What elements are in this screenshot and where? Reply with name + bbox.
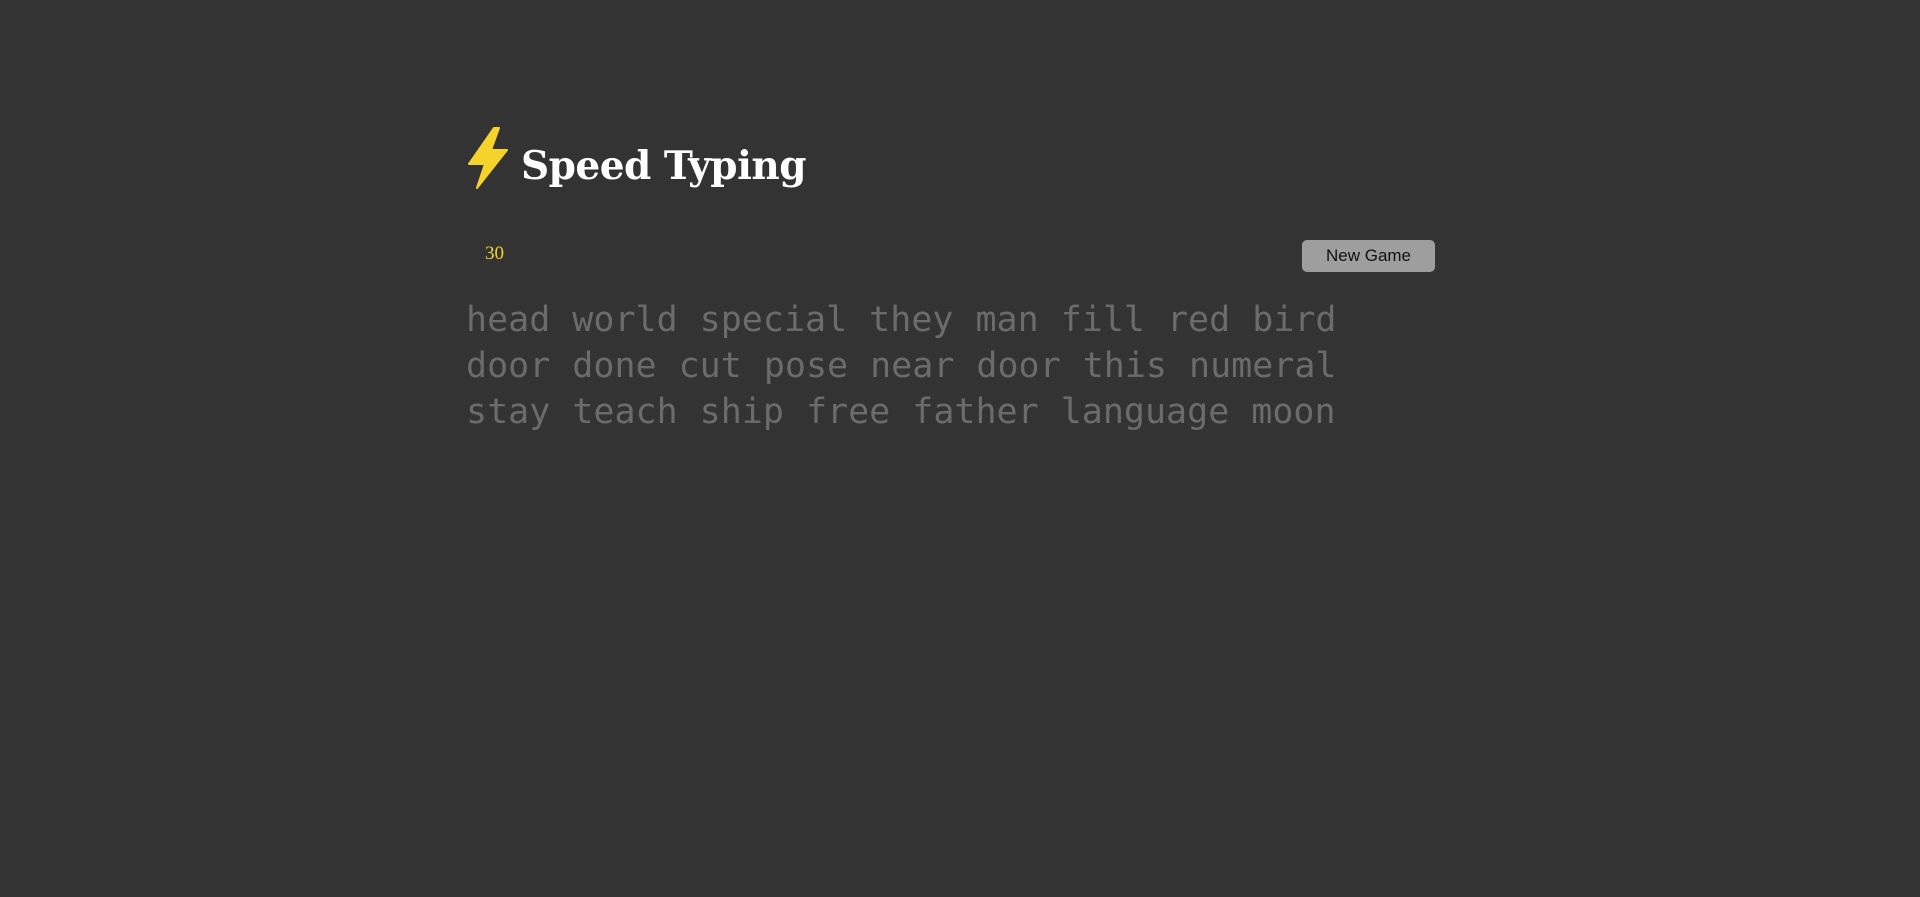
page-title: Speed Typing [521, 143, 807, 189]
header: Speed Typing [463, 118, 807, 198]
word: this [1082, 346, 1167, 386]
word: special [699, 300, 848, 340]
word: free [805, 392, 891, 432]
lightning-bolt-icon [468, 127, 508, 189]
word: ship [699, 392, 784, 432]
timer: 30 [485, 243, 504, 264]
word: near [870, 346, 955, 386]
new-game-button[interactable]: New Game [1302, 240, 1435, 272]
word: done [572, 346, 657, 386]
word: they [869, 300, 954, 340]
game-container: Speed Typing 30 New Game head world specia… [463, 0, 1437, 897]
word: language [1060, 392, 1230, 432]
word: teach [572, 392, 678, 432]
word: man [975, 300, 1039, 340]
word: pose [763, 346, 849, 386]
word: moon [1251, 392, 1336, 432]
words-area[interactable]: head world special they man fill red birddoor do… [466, 297, 1441, 432]
word: world [572, 300, 678, 340]
word: door [976, 346, 1061, 386]
word: door [466, 346, 551, 386]
word: fill [1060, 300, 1145, 340]
word: red [1166, 300, 1231, 340]
word: numeral [1189, 346, 1337, 386]
word: cut [678, 346, 742, 386]
word: father [912, 392, 1039, 432]
word: head [466, 300, 551, 340]
word: bird [1252, 300, 1337, 340]
word: stay [466, 392, 551, 432]
